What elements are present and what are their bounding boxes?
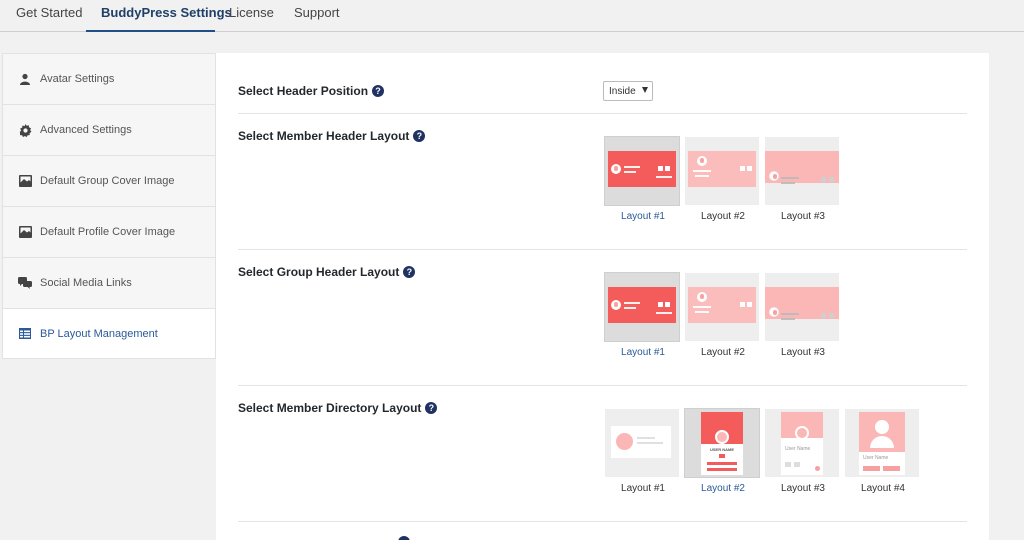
member-card: User Name [859, 412, 905, 475]
layout-thumbnail [605, 137, 679, 205]
layout-option-label: Layout #2 [701, 211, 745, 222]
divider [238, 385, 967, 386]
member-header-layout-1[interactable]: Layout #1 [605, 137, 681, 222]
member-card: USER NAME [701, 412, 743, 475]
sidebar-item-label: Default Group Cover Image [40, 175, 175, 187]
sidebar-item-label: Advanced Settings [40, 124, 132, 136]
member-directory-layout-2[interactable]: USER NAME Layout #2 [685, 409, 761, 494]
divider [238, 521, 967, 522]
member-header-label: Select Member Header Layout [238, 129, 410, 143]
layout-thumbnail [765, 137, 839, 205]
table-icon [17, 326, 33, 342]
layout-thumbnail [605, 273, 679, 341]
member-directory-layout-4[interactable]: User Name Layout #4 [845, 409, 921, 494]
layout-thumbnail [685, 137, 759, 205]
tab-get-started[interactable]: Get Started [16, 0, 82, 32]
layout-option-label: Layout #1 [621, 211, 665, 222]
sidebar-item-label: Avatar Settings [40, 73, 115, 85]
layout-option-label: Layout #2 [701, 347, 745, 358]
sidebar-item-default-profile-cover[interactable]: Default Profile Cover Image [3, 207, 215, 258]
gear-icon [17, 122, 33, 138]
layout-thumbnail [605, 409, 679, 477]
layout-thumbnail: USER NAME [685, 409, 759, 477]
group-header-row: Select Group Header Layout ? [238, 265, 416, 279]
layout-option-label: Layout #1 [621, 347, 665, 358]
layout-option-label: Layout #1 [621, 483, 665, 494]
header-position-select[interactable]: Inside [603, 81, 653, 101]
member-card [611, 426, 671, 458]
member-directory-layout-1[interactable]: Layout #1 [605, 409, 681, 494]
sidebar-item-advanced-settings[interactable]: Advanced Settings [3, 105, 215, 156]
sidebar-item-bp-layout-management[interactable]: BP Layout Management [3, 309, 215, 358]
tab-buddypress-settings[interactable]: BuddyPress Settings [86, 0, 232, 32]
sidebar-item-label: BP Layout Management [40, 327, 158, 340]
cover-bar [608, 151, 676, 187]
header-position-value: Inside [609, 85, 636, 97]
settings-sidebar: Avatar Settings Advanced Settings Defaul… [2, 53, 216, 359]
member-directory-label: Select Member Directory Layout [238, 401, 422, 415]
settings-tabs: Get Started BuddyPress Settings License … [0, 0, 1024, 32]
header-position-row: Select Header Position ? [238, 84, 385, 98]
header-position-label: Select Header Position [238, 84, 369, 98]
tab-license[interactable]: License [229, 0, 274, 32]
cover-bar [688, 151, 756, 187]
layout-thumbnail [685, 273, 759, 341]
layout-thumbnail [765, 273, 839, 341]
layout-thumbnail: User Name [845, 409, 919, 477]
help-icon[interactable]: ? [403, 266, 416, 278]
member-directory-layout-3[interactable]: User Name Layout #3 [765, 409, 841, 494]
image-icon [17, 173, 33, 189]
image-icon [17, 224, 33, 240]
layout-option-label: Layout #3 [781, 347, 825, 358]
sidebar-item-social-media-links[interactable]: Social Media Links [3, 258, 215, 309]
cover-bar [688, 287, 756, 323]
user-icon [17, 71, 33, 87]
user-name-text: User Name [785, 446, 811, 452]
cover-bar [608, 287, 676, 323]
sidebar-item-avatar-settings[interactable]: Avatar Settings [3, 54, 215, 105]
member-header-layout-2[interactable]: Layout #2 [685, 137, 761, 222]
sidebar-item-label: Social Media Links [40, 277, 132, 289]
layout-option-label: Layout #2 [701, 483, 745, 494]
layout-option-label: Layout #4 [861, 483, 905, 494]
help-icon[interactable]: ? [425, 402, 438, 414]
layout-settings-panel: Select Header Position ? Inside Select M… [216, 53, 989, 540]
sidebar-item-label: Default Profile Cover Image [40, 226, 176, 238]
member-directory-row: Select Member Directory Layout ? [238, 401, 438, 415]
tab-support[interactable]: Support [294, 0, 340, 32]
divider [238, 249, 967, 250]
chat-bubbles-icon [17, 275, 33, 291]
layout-thumbnail: User Name [765, 409, 839, 477]
member-card: User Name [781, 412, 823, 475]
member-header-row: Select Member Header Layout ? [238, 129, 426, 143]
group-header-layout-2[interactable]: Layout #2 [685, 273, 761, 358]
help-icon[interactable]: ? [372, 85, 385, 97]
user-name-text: User Name [863, 455, 889, 461]
group-header-label: Select Group Header Layout [238, 265, 400, 279]
chevron-down-icon [642, 87, 648, 93]
help-icon[interactable] [398, 536, 410, 540]
sidebar-item-default-group-cover[interactable]: Default Group Cover Image [3, 156, 215, 207]
group-header-layout-1[interactable]: Layout #1 [605, 273, 681, 358]
divider [238, 113, 967, 114]
user-name-text: USER NAME [709, 447, 734, 452]
layout-option-label: Layout #3 [781, 211, 825, 222]
group-header-layout-3[interactable]: Layout #3 [765, 273, 841, 358]
help-icon[interactable]: ? [413, 130, 426, 142]
layout-option-label: Layout #3 [781, 483, 825, 494]
member-header-layout-3[interactable]: Layout #3 [765, 137, 841, 222]
